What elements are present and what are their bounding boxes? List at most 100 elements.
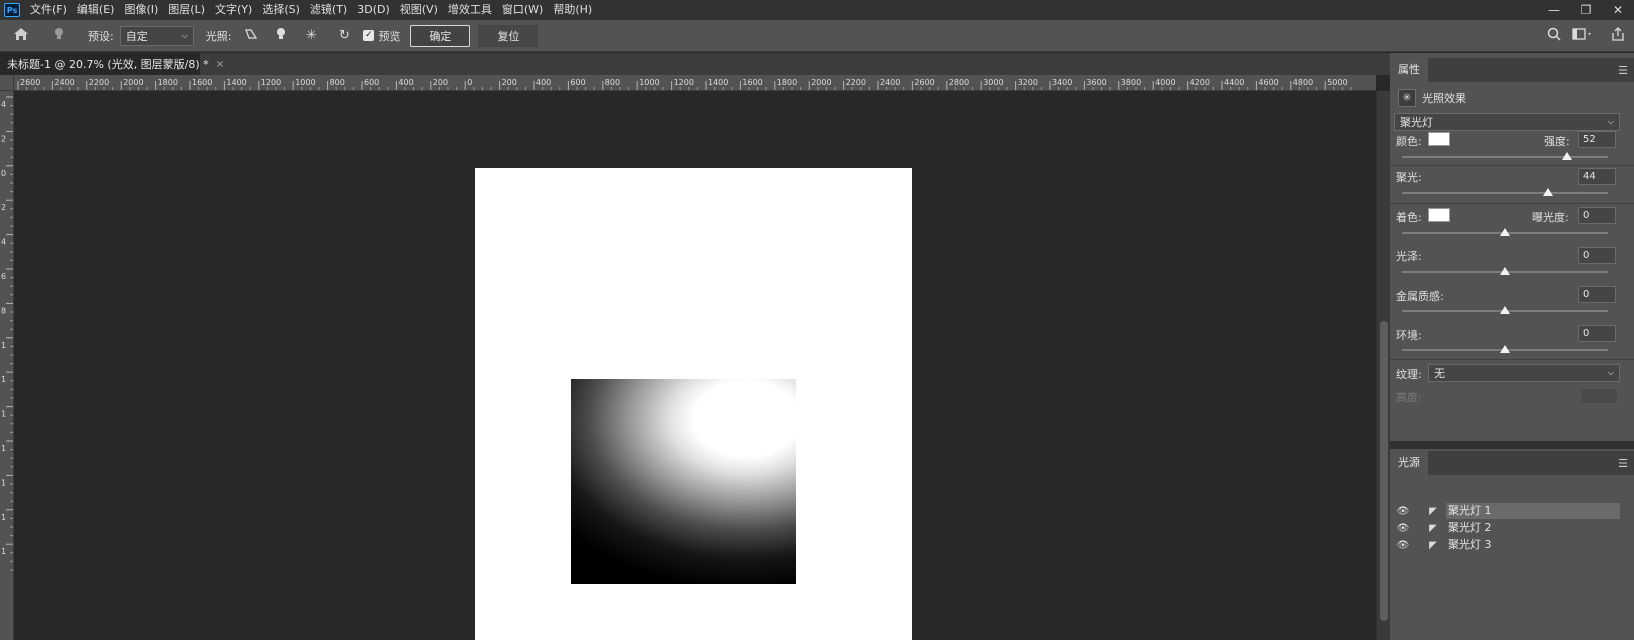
minimize-icon[interactable]: — — [1538, 0, 1570, 20]
hotspot-input[interactable]: 44 — [1578, 168, 1616, 185]
ruler-tick-label: 200 — [502, 78, 517, 87]
light-source-label: 聚光灯 2 — [1448, 521, 1492, 534]
light-type-value: 聚光灯 — [1400, 116, 1433, 129]
menu-layer[interactable]: 图层(L) — [164, 0, 211, 20]
ruler-tick-label: 1 — [1, 375, 6, 384]
ruler-tick-label: 1600 — [742, 78, 762, 87]
share-icon[interactable] — [1610, 26, 1626, 46]
exposure-slider-thumb[interactable] — [1500, 228, 1510, 236]
gloss-slider-thumb[interactable] — [1500, 267, 1510, 275]
add-point-light-icon[interactable] — [271, 27, 291, 45]
preview-checkbox[interactable]: ✓ — [363, 30, 375, 41]
color-swatch[interactable] — [1428, 132, 1450, 146]
ambience-input[interactable]: 0 — [1578, 325, 1616, 342]
intensity-input[interactable]: 52 — [1578, 131, 1616, 148]
chevron-down-icon: ⌵ — [181, 30, 188, 40]
light-source-row[interactable]: 👁 ◤ 聚光灯 2 — [1390, 520, 1620, 536]
ruler-tick-label: 4200 — [1190, 78, 1210, 87]
close-icon[interactable]: ✕ — [1602, 0, 1634, 20]
vertical-scrollbar[interactable] — [1376, 91, 1390, 640]
menu-image[interactable]: 图像(I) — [120, 0, 164, 20]
tab-properties[interactable]: 属性 — [1390, 58, 1428, 82]
vertical-ruler[interactable]: 4 2 0 2 4 6 8 1 1 1 1 1 1 1 — [0, 91, 14, 640]
horizontal-ruler[interactable]: 2600 2400 2200 2000 1800 1600 1400 1200 1000 800 6… — [14, 75, 1376, 91]
ruler-tick-label: 600 — [364, 78, 379, 87]
ruler-tick-label: 2400 — [880, 78, 900, 87]
document-title: 未标题-1 @ 20.7% (光效, 图层蒙版/8) * — [7, 58, 209, 71]
tab-light-sources[interactable]: 光源 — [1390, 451, 1428, 475]
exposure-label: 曝光度: — [1532, 211, 1569, 224]
metallic-label: 金属质感: — [1396, 290, 1444, 303]
ambience-slider-thumb[interactable] — [1500, 345, 1510, 353]
scrollbar-thumb[interactable] — [1380, 321, 1388, 621]
preset-dropdown[interactable]: 自定 ⌵ — [119, 25, 194, 46]
ruler-tick-label: 1 — [1, 410, 6, 419]
ruler-corner[interactable] — [0, 75, 14, 91]
ruler-tick-label: 0 — [467, 78, 472, 87]
ruler-tick-label: 4 — [1, 100, 6, 109]
ruler-tick-label: 1 — [1, 444, 6, 453]
ruler-tick-label: 2000 — [811, 78, 831, 87]
document-canvas[interactable] — [475, 168, 912, 640]
restore-icon[interactable]: ❐ — [1570, 0, 1602, 20]
eye-icon[interactable]: 👁 — [1396, 523, 1410, 534]
menu-help[interactable]: 帮助(H) — [549, 0, 598, 20]
menu-3d[interactable]: 3D(D) — [353, 0, 396, 20]
vertical-ruler-ticks: 4 2 0 2 4 6 8 1 1 1 1 1 1 1 — [1, 96, 13, 571]
ruler-tick-label: 1400 — [226, 78, 246, 87]
menu-window[interactable]: 窗口(W) — [498, 0, 549, 20]
texture-dropdown[interactable]: 无 ⌵ — [1428, 364, 1620, 382]
menu-filter[interactable]: 滤镜(T) — [306, 0, 353, 20]
ruler-tick-label: 1600 — [192, 78, 212, 87]
metallic-input[interactable]: 0 — [1578, 286, 1616, 303]
ruler-tick-label: 1000 — [639, 78, 659, 87]
ruler-tick-label: 4800 — [1293, 78, 1313, 87]
light-type-dropdown[interactable]: 聚光灯 ⌵ — [1394, 113, 1620, 131]
canvas-area[interactable] — [14, 91, 1376, 640]
panel-menu-icon[interactable]: ☰ — [1618, 64, 1628, 77]
height-label: 高度: — [1396, 391, 1422, 404]
menu-edit[interactable]: 编辑(E) — [73, 0, 121, 20]
reset-light-icon[interactable]: ↻ — [333, 28, 355, 43]
ok-button[interactable]: 确定 — [410, 24, 471, 47]
menu-file[interactable]: 文件(F) — [26, 0, 73, 20]
ruler-tick-label: 4000 — [1155, 78, 1175, 87]
chevron-down-icon: ⌵ — [1607, 117, 1614, 126]
ruler-tick-label: 1 — [1, 341, 6, 350]
colorize-swatch[interactable] — [1428, 208, 1450, 222]
lighting-tool-icon[interactable] — [48, 27, 70, 45]
menu-plugins[interactable]: 增效工具 — [444, 0, 498, 20]
intensity-slider-thumb[interactable] — [1561, 152, 1572, 160]
add-spotlight-icon[interactable] — [241, 27, 261, 45]
close-tab-icon[interactable]: × — [216, 59, 224, 70]
eye-icon[interactable]: 👁 — [1396, 540, 1410, 551]
light-source-row[interactable]: 👁 ◤ 聚光灯 1 — [1390, 503, 1620, 519]
window-controls: — ❐ ✕ — [1538, 0, 1634, 20]
document-tab[interactable]: 未标题-1 @ 20.7% (光效, 图层蒙版/8) * × — [0, 53, 224, 75]
metallic-slider-thumb[interactable] — [1500, 306, 1510, 314]
lighting-effect-layer[interactable] — [571, 379, 796, 584]
ruler-tick-label: 2200 — [846, 78, 866, 87]
divider — [1390, 203, 1634, 204]
ruler-tick-label: 1 — [1, 478, 6, 487]
light-source-row[interactable]: 👁 ◤ 聚光灯 3 — [1390, 537, 1620, 553]
workspace-icon[interactable] — [1572, 27, 1594, 45]
panel-menu-icon[interactable]: ☰ — [1618, 457, 1628, 470]
exposure-input[interactable]: 0 — [1578, 207, 1616, 224]
spotlight-icon: ◤ — [1429, 522, 1437, 534]
lighting-effects-icon: ✳ — [1398, 89, 1416, 107]
menu-select[interactable]: 选择(S) — [258, 0, 306, 20]
eye-icon[interactable]: 👁 — [1396, 506, 1410, 517]
gloss-input[interactable]: 0 — [1578, 247, 1616, 264]
hotspot-slider[interactable] — [1402, 192, 1608, 194]
divider — [1390, 359, 1634, 360]
menu-view[interactable]: 视图(V) — [396, 0, 444, 20]
home-icon[interactable] — [6, 27, 36, 45]
intensity-label: 强度: — [1544, 135, 1570, 148]
hotspot-slider-thumb[interactable] — [1543, 188, 1554, 196]
add-infinite-light-icon[interactable]: ✳ — [301, 28, 321, 43]
reset-button[interactable]: 复位 — [478, 24, 539, 47]
menu-type[interactable]: 文字(Y) — [211, 0, 258, 20]
intensity-slider[interactable] — [1402, 156, 1608, 158]
search-icon[interactable] — [1546, 27, 1562, 45]
